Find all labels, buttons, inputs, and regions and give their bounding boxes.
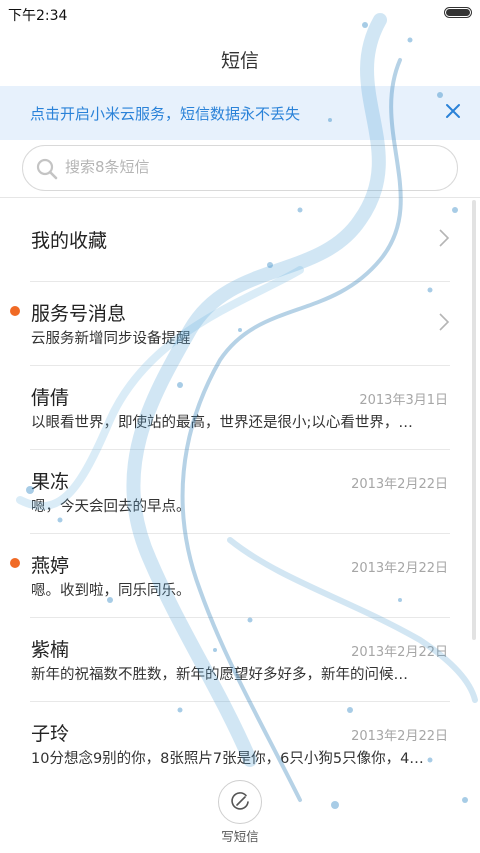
conversation-preview: 新年的祝福数不胜数，新年的愿望好多好多，新年的问候…: [31, 667, 408, 683]
compose-icon: [231, 792, 249, 810]
compose-button[interactable]: [218, 780, 262, 824]
conversation-name: 燕婷: [31, 555, 70, 577]
page-title: 短信: [220, 50, 259, 72]
conversation-date: 2013年2月22日: [351, 477, 448, 492]
conversation-name: 子玲: [31, 723, 70, 745]
conversation-date: 2013年3月1日: [359, 393, 448, 408]
scrollbar[interactable]: [472, 200, 476, 640]
list-item-conversation[interactable]: 果冻 2013年2月22日 嗯，今天会回去的早点。: [0, 450, 480, 534]
list-item-conversation[interactable]: 紫楠 2013年2月22日 新年的祝福数不胜数，新年的愿望好多好多，新年的问候…: [0, 618, 480, 702]
chevron-right-icon: [439, 229, 450, 247]
banner-text[interactable]: 点击开启小米云服务，短信数据永不丢失: [30, 103, 300, 124]
conversation-name: 我的收藏: [31, 230, 108, 252]
chevron-right-icon: [439, 313, 450, 331]
list-item-service-messages[interactable]: 服务号消息 云服务新增同步设备提醒: [0, 282, 480, 366]
conversation-preview: 10分想念9别的你，8张照片7张是你，6只小狗5只像你，4…: [31, 751, 424, 767]
list-item-conversation[interactable]: 倩倩 2013年3月1日 以眼看世界，即使站的最高，世界还是很小;以心看世界，…: [0, 366, 480, 450]
status-time: 下午2:34: [8, 8, 68, 24]
conversation-name: 果冻: [31, 471, 70, 493]
unread-dot: [10, 306, 20, 316]
list-item-conversation[interactable]: 子玲 2013年2月22日 10分想念9别的你，8张照片7张是你，6只小狗5只像…: [0, 702, 480, 786]
search-icon: [36, 158, 58, 180]
list-item-conversation[interactable]: 燕婷 2013年2月22日 嗯。收到啦，同乐同乐。: [0, 534, 480, 618]
list-item-favorites[interactable]: 我的收藏: [0, 198, 480, 282]
conversation-preview: 以眼看世界，即使站的最高，世界还是很小;以心看世界，…: [31, 415, 413, 431]
unread-dot: [10, 558, 20, 568]
conversation-date: 2013年2月22日: [351, 561, 448, 576]
conversation-preview: 嗯。收到啦，同乐同乐。: [31, 583, 191, 599]
battery-icon: [444, 7, 472, 18]
search-input[interactable]: [65, 158, 425, 176]
status-bar: 下午2:34: [0, 0, 480, 26]
conversation-date: 2013年2月22日: [351, 729, 448, 744]
conversation-preview: 嗯，今天会回去的早点。: [31, 499, 191, 515]
header: 短信: [0, 26, 480, 86]
conversation-date: 2013年2月22日: [351, 645, 448, 660]
compose-label[interactable]: 写短信: [0, 826, 480, 845]
conversation-preview: 云服务新增同步设备提醒: [31, 331, 191, 347]
close-icon[interactable]: [440, 98, 466, 124]
conversation-name: 服务号消息: [31, 303, 127, 325]
search-box[interactable]: [22, 145, 458, 191]
cloud-service-banner[interactable]: 点击开启小米云服务，短信数据永不丢失: [0, 86, 480, 140]
conversation-name: 倩倩: [31, 387, 70, 409]
conversation-name: 紫楠: [31, 639, 70, 661]
